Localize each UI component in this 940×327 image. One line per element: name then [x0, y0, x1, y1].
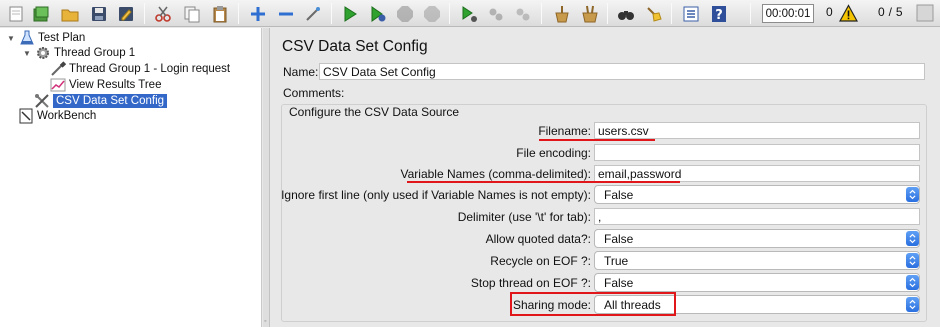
file-encoding-label: File encoding: — [516, 146, 591, 160]
clear-all-broom-icon[interactable] — [579, 3, 600, 24]
tree-node-view-results-tree[interactable]: View Results Tree — [50, 77, 161, 93]
open-folder-icon[interactable] — [59, 3, 80, 24]
sharing-mode-annotation-box — [510, 292, 676, 316]
tree-node-thread-group[interactable]: ▼ Thread Group 1 — [22, 45, 135, 61]
function-helper-list-icon[interactable] — [680, 3, 701, 24]
collapse-all-minus-icon[interactable] — [275, 3, 296, 24]
dropdown-chevron-icon[interactable] — [906, 275, 919, 290]
clear-broom-icon[interactable] — [551, 3, 572, 24]
csv-config-panel: CSV Data Set Config Name: CSV Data Set C… — [271, 28, 940, 327]
filename-field[interactable]: users.csv — [594, 122, 920, 139]
allow-quoted-select[interactable]: False — [594, 229, 920, 248]
tree-node-label: Thread Group 1 - Login request — [69, 63, 231, 75]
tree-node-label: CSV Data Set Config — [53, 94, 168, 108]
reset-search-broom-icon[interactable] — [643, 3, 664, 24]
fieldset-legend: Configure the CSV Data Source — [287, 105, 462, 119]
tree-node-label: Test Plan — [38, 32, 86, 44]
variable-names-field[interactable]: email,password — [594, 165, 920, 182]
paste-clipboard-icon[interactable] — [209, 3, 230, 24]
active-threads-counter: 0 / 5 — [878, 5, 903, 19]
filename-annotation-underline — [539, 139, 655, 141]
comments-field[interactable] — [346, 84, 925, 101]
running-status-icon — [915, 3, 935, 26]
save-as-icon[interactable] — [115, 3, 136, 24]
remote-stop-icon[interactable] — [485, 3, 506, 24]
recycle-on-eof-label: Recycle on EOF ?: — [490, 254, 591, 268]
dropdown-chevron-icon[interactable] — [906, 187, 919, 202]
remote-shutdown-icon[interactable] — [512, 3, 533, 24]
variable-names-annotation-underline — [407, 181, 680, 183]
allow-quoted-label: Allow quoted data?: — [485, 232, 591, 246]
search-binoculars-icon[interactable] — [615, 3, 636, 24]
delimiter-field[interactable]: , — [594, 208, 920, 225]
copy-icon[interactable] — [181, 3, 202, 24]
workbench-icon — [18, 108, 34, 124]
tree-node-label: Thread Group 1 — [54, 47, 136, 59]
stop-icon[interactable] — [394, 3, 415, 24]
expanded-triangle-icon[interactable]: ▼ — [22, 49, 32, 58]
select-value: False — [604, 231, 634, 246]
ignore-first-line-label: Ignore first line (only used if Variable… — [281, 188, 591, 202]
toolbar: ? 00:00:01 0 0 / 5 — [0, 0, 940, 27]
select-value: True — [604, 253, 629, 268]
tree-node-label: WorkBench — [37, 110, 97, 122]
remote-start-icon[interactable] — [458, 3, 479, 24]
tree-node-label: View Results Tree — [69, 79, 162, 91]
file-encoding-field[interactable] — [594, 144, 920, 161]
select-value: False — [604, 275, 634, 290]
page-title: CSV Data Set Config — [282, 38, 428, 55]
start-no-pauses-icon[interactable] — [367, 3, 388, 24]
drag-handle-icon[interactable]: ◦ — [264, 318, 266, 325]
tree-node-workbench[interactable]: WorkBench — [18, 108, 96, 124]
comments-label: Comments: — [283, 86, 345, 100]
tree-node-login-request[interactable]: Thread Group 1 - Login request — [50, 61, 230, 77]
results-tree-graph-icon — [50, 77, 66, 93]
name-label: Name: — [283, 65, 319, 79]
tree-node-test-plan[interactable]: ▼ Test Plan — [6, 30, 85, 46]
dropdown-chevron-icon[interactable] — [906, 297, 919, 312]
toggle-wand-icon[interactable] — [302, 3, 323, 24]
tree-node-csv-data-set-config[interactable]: CSV Data Set Config — [34, 93, 168, 109]
elapsed-timer: 00:00:01 — [762, 4, 814, 23]
config-wrench-icon — [34, 93, 50, 109]
http-sampler-pipette-icon — [50, 61, 66, 77]
templates-icon[interactable] — [30, 3, 51, 24]
shutdown-icon[interactable] — [421, 3, 442, 24]
error-count: 0 — [826, 5, 833, 19]
test-plan-tree: ▼ Test Plan ▼ Thread Group 1 Thread Grou… — [0, 28, 262, 327]
name-field[interactable]: CSV Data Set Config — [319, 63, 925, 80]
thread-group-gear-icon — [35, 45, 51, 61]
test-plan-icon — [19, 30, 35, 46]
start-play-icon[interactable] — [339, 3, 360, 24]
cut-scissors-icon[interactable] — [152, 3, 173, 24]
new-template-icon[interactable] — [5, 3, 26, 24]
variable-names-label: Variable Names (comma-delimited): — [400, 167, 592, 181]
expand-all-plus-icon[interactable] — [247, 3, 268, 24]
select-value: False — [604, 187, 634, 202]
recycle-on-eof-select[interactable]: True — [594, 251, 920, 270]
save-icon[interactable] — [88, 3, 109, 24]
stop-thread-on-eof-select[interactable]: False — [594, 273, 920, 292]
ignore-first-line-select[interactable]: False — [594, 185, 920, 204]
stop-thread-on-eof-label: Stop thread on EOF ?: — [470, 276, 591, 290]
delimiter-label: Delimiter (use '\t' for tab): — [457, 210, 591, 224]
warning-triangle-icon[interactable] — [838, 4, 859, 23]
split-pane-divider[interactable]: ◦ — [263, 28, 270, 327]
expanded-triangle-icon[interactable]: ▼ — [6, 34, 16, 43]
dropdown-chevron-icon[interactable] — [906, 231, 919, 246]
filename-label: Filename: — [538, 124, 591, 138]
help-question-icon[interactable]: ? — [708, 3, 729, 24]
dropdown-chevron-icon[interactable] — [906, 253, 919, 268]
svg-text:?: ? — [715, 8, 723, 23]
